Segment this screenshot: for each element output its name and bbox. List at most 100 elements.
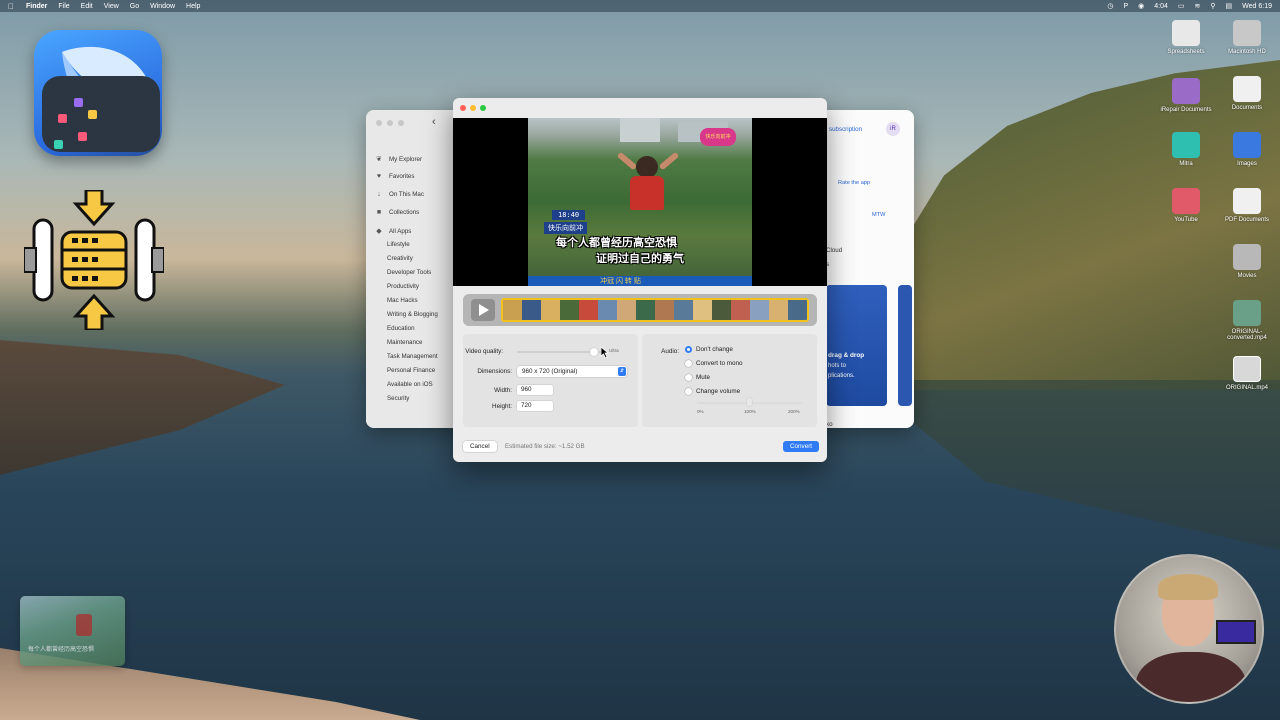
folder-icon	[1233, 244, 1261, 270]
menu-help[interactable]: Help	[186, 3, 200, 10]
promo-card[interactable]: drag & drop hots to plications.	[826, 285, 887, 406]
promo-card-next[interactable]	[898, 285, 912, 406]
sidebar-item-all-apps[interactable]: ◆ All Apps	[374, 227, 411, 236]
audio-option-dont-change[interactable]: Don't change	[685, 346, 733, 353]
desktop-icon-macintosh-hd[interactable]: Macintosh HD	[1212, 20, 1280, 55]
video-file-icon	[1233, 300, 1261, 326]
h-badge-icon[interactable]: ◉	[1138, 2, 1144, 10]
cast-icon[interactable]: ▭	[1178, 2, 1185, 10]
parking-icon[interactable]: P	[1123, 3, 1128, 10]
subscription-link[interactable]: subscription	[829, 126, 862, 133]
minimize-button[interactable]	[387, 120, 393, 126]
volume-thumb[interactable]	[747, 398, 752, 406]
desktop-icon-youtube[interactable]: YouTube	[1151, 188, 1221, 223]
category-personal-finance[interactable]: Personal Finance	[387, 367, 435, 374]
slider-thumb[interactable]	[590, 348, 599, 356]
menu-edit[interactable]: Edit	[81, 3, 93, 10]
menu-bar:  Finder File Edit View Go Window Help ◷…	[0, 0, 1280, 12]
minimize-button[interactable]	[470, 105, 476, 111]
zoom-button[interactable]	[480, 105, 486, 111]
leaf-icon: ❦	[376, 156, 382, 163]
menu-window[interactable]: Window	[150, 3, 175, 10]
show-logo: 快乐向前冲	[700, 128, 736, 146]
sidebar-item-favorites[interactable]: ♥ Favorites	[374, 173, 415, 180]
play-button[interactable]	[471, 299, 495, 321]
audio-settings-panel: Audio: Don't change Convert to mono Mute…	[642, 334, 817, 427]
desktop-icon-images[interactable]: Images	[1212, 132, 1280, 167]
desktop-icon-original[interactable]: ORIGINAL.mp4	[1212, 356, 1280, 391]
video-thumbnail-preview[interactable]: 每个人都曾经历高空恐惧	[20, 596, 125, 666]
clock-history-icon[interactable]: ◷	[1107, 2, 1113, 10]
sidebar-item-my-explorer[interactable]: ❦ My Explorer	[374, 155, 422, 164]
category-mac-hacks[interactable]: Mac Hacks	[387, 297, 418, 304]
desktop-icon-spreadsheets[interactable]: Spreadsheets	[1151, 20, 1221, 55]
pages-app-logo[interactable]	[34, 30, 162, 156]
diamond-icon: ◆	[376, 228, 382, 235]
close-button[interactable]	[460, 105, 466, 111]
folder-icon	[1172, 132, 1200, 158]
video-subtitle-line1: 每个人都曾经历高空恐惧	[556, 237, 677, 249]
category-lifestyle[interactable]: Lifestyle	[387, 241, 410, 248]
category-available-on-ios[interactable]: Available on iOS	[387, 381, 433, 388]
zoom-button[interactable]	[398, 120, 404, 126]
profile-avatar[interactable]: iR	[886, 122, 900, 136]
menu-finder[interactable]: Finder	[26, 3, 47, 10]
wifi-icon[interactable]: ≋	[1195, 2, 1201, 10]
radio-button	[685, 374, 692, 381]
window-controls	[376, 120, 404, 126]
water-reflection	[860, 380, 1280, 550]
audio-option-mono[interactable]: Convert to mono	[685, 360, 743, 367]
compressor-app-logo[interactable]	[24, 190, 164, 330]
apple-icon[interactable]: 	[8, 2, 16, 11]
close-button[interactable]	[376, 120, 382, 126]
filmstrip-trimmer[interactable]	[501, 298, 809, 322]
video-file-icon	[1233, 356, 1261, 382]
person-hair	[1158, 574, 1218, 600]
desktop-icon-movies[interactable]: Movies	[1212, 244, 1280, 279]
menu-clock[interactable]: Wed 6:19	[1242, 3, 1272, 10]
video-preview[interactable]: 快乐向前冲 18:40 快乐向前冲 每个人都曾经历高空恐惧 证明过自己的勇气 冲…	[453, 118, 827, 286]
video-frame: 快乐向前冲 18:40 快乐向前冲 每个人都曾经历高空恐惧 证明过自己的勇气 冲…	[528, 118, 752, 286]
battery-time[interactable]: 4:04	[1154, 3, 1168, 10]
control-center-icon[interactable]: ▤	[1226, 2, 1233, 10]
radio-button	[685, 388, 692, 395]
convert-button[interactable]: Convert	[783, 441, 820, 452]
height-field[interactable]: 720	[517, 401, 553, 411]
spotlight-icon[interactable]: ⚲	[1210, 2, 1215, 10]
category-education[interactable]: Education	[387, 325, 415, 332]
video-caption: 快乐向前冲	[544, 222, 587, 234]
menu-file[interactable]: File	[58, 3, 69, 10]
hard-drive-icon	[1233, 20, 1261, 46]
folder-icon	[1172, 78, 1200, 104]
desktop-icon-mitra[interactable]: Mitra	[1151, 132, 1221, 167]
desktop-icon-irepair[interactable]: iRepair Documents	[1151, 78, 1221, 113]
logo-dot	[74, 98, 83, 107]
category-creativity[interactable]: Creativity	[387, 255, 413, 262]
category-task-management[interactable]: Task Management	[387, 353, 438, 360]
desktop-icon-documents[interactable]: Documents	[1212, 76, 1280, 111]
back-chevron-icon[interactable]: ‹	[432, 116, 436, 128]
menu-view[interactable]: View	[104, 3, 119, 10]
audio-option-mute[interactable]: Mute	[685, 374, 710, 381]
width-field[interactable]: 960	[517, 385, 553, 395]
category-developer-tools[interactable]: Developer Tools	[387, 269, 431, 276]
video-convert-dialog: 快乐向前冲 18:40 快乐向前冲 每个人都曾经历高空恐惧 证明过自己的勇气 冲…	[453, 98, 827, 462]
chevron-updown-icon: ⇵	[618, 367, 626, 376]
category-writing-blogging[interactable]: Writing & Blogging	[387, 311, 438, 318]
audio-option-change-volume[interactable]: Change volume	[685, 388, 740, 395]
category-productivity[interactable]: Productivity	[387, 283, 419, 290]
sidebar-item-on-this-mac[interactable]: ↓ On This Mac	[374, 191, 424, 198]
explorer-content-right: subscription iR Rate the app MTW Cloud s…	[826, 110, 914, 428]
rate-app-link[interactable]: Rate the app	[838, 180, 870, 186]
cancel-button[interactable]: Cancel	[463, 441, 497, 452]
desktop-icon-original-converted[interactable]: ORIGINAL-converted.mp4	[1212, 300, 1280, 341]
sidebar-item-collections[interactable]: ■ Collections	[374, 209, 419, 216]
desktop-icon-pdf-documents[interactable]: PDF Documents	[1212, 188, 1280, 223]
category-maintenance[interactable]: Maintenance	[387, 339, 422, 346]
dimensions-select[interactable]: 960 x 720 (Original) ⇵	[517, 366, 627, 377]
status-area: ◷ P ◉ 4:04 ▭ ≋ ⚲ ▤ Wed 6:19	[1107, 2, 1272, 11]
quality-ultra-label: Ultra	[609, 348, 619, 353]
menu-go[interactable]: Go	[130, 3, 139, 10]
building-shape	[620, 118, 660, 142]
category-security[interactable]: Security	[387, 395, 409, 402]
